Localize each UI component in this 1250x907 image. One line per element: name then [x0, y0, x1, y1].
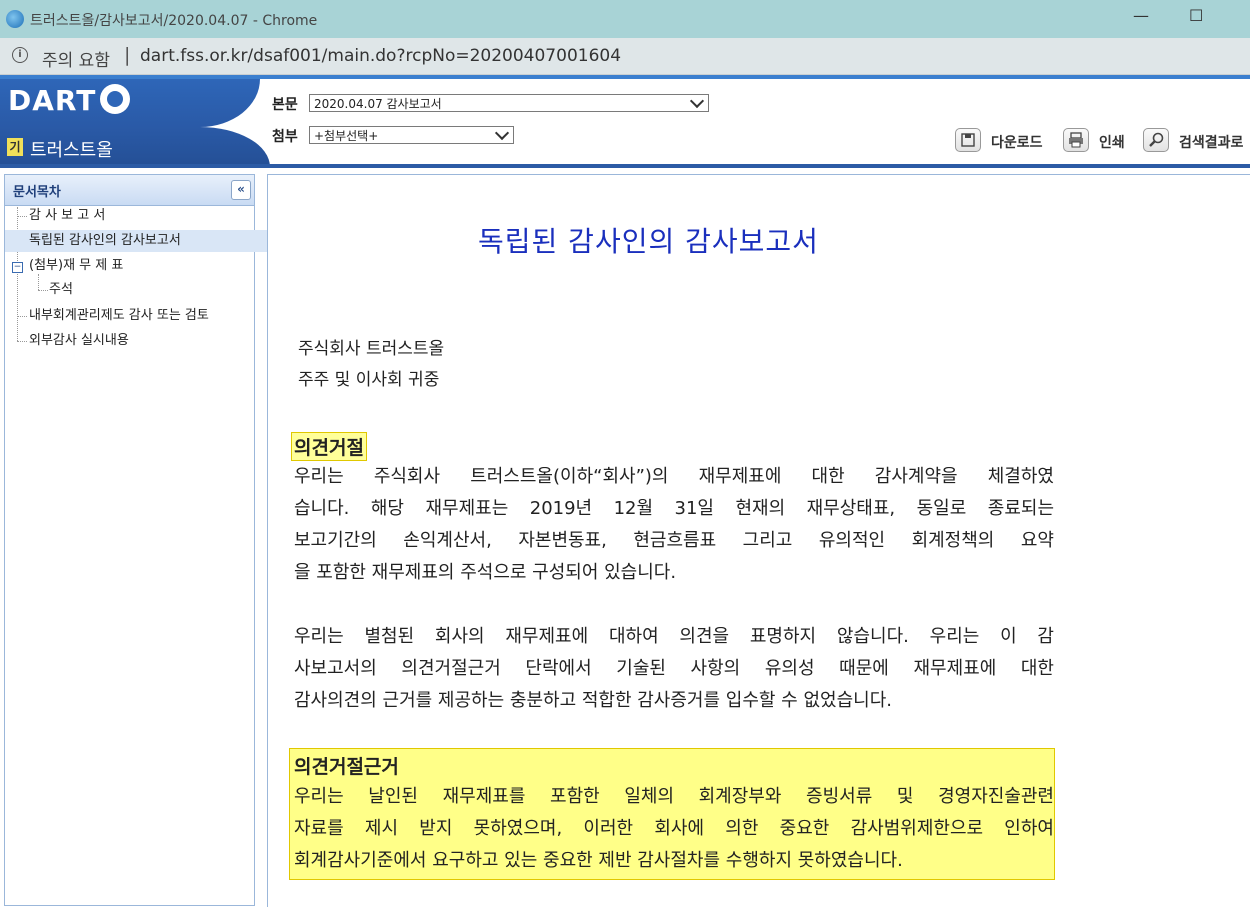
header-divider [0, 164, 1250, 168]
toc-item-independent-auditor-report[interactable]: 독립된 감사인의 감사보고서 [5, 230, 278, 252]
toc-item-external-audit[interactable]: 외부감사 실시내용 [5, 330, 278, 352]
paragraph-line: 사보고서의 의견거절근거 단락에서 기술된 사항의 유의성 때문에 재무제표에 … [294, 658, 1054, 679]
main-doc-label: 본문 [272, 97, 298, 113]
chrome-app-icon [6, 10, 24, 28]
toc-item-internal-control[interactable]: 내부회계관리제도 감사 또는 검토 [5, 305, 278, 327]
opinion-paragraph: 우리는 주식회사 트러스트올(이하“회사”)의 재무제표에 대한 감사계약을 체… [294, 461, 1054, 589]
print-button[interactable]: 인쇄 [1063, 128, 1133, 154]
toc-header: 문서목차 « [5, 175, 254, 206]
magnifier-icon [1143, 128, 1169, 152]
maximize-button[interactable]: ☐ [1189, 6, 1203, 25]
save-icon [955, 128, 981, 152]
paragraph-line: 습니다. 해당 재무제표는 2019년 12월 31일 현재의 재무상태표, 동… [294, 498, 1054, 519]
paragraph-line: 우리는 주식회사 트러스트올(이하“회사”)의 재무제표에 대한 감사계약을 체… [294, 466, 1054, 487]
window-title: 트러스트올/감사보고서/2020.04.07 - Chrome [30, 13, 318, 29]
search-results-button[interactable]: 검색결과로 [1143, 128, 1250, 154]
url-text[interactable]: dart.fss.or.kr/dsaf001/main.do?rcpNo=202… [140, 46, 621, 66]
attach-select-value: +첨부선택+ [314, 129, 379, 143]
download-label: 다운로드 [991, 135, 1043, 151]
attach-label: 첨부 [272, 129, 298, 145]
basis-heading: 의견거절근거 [294, 756, 399, 778]
paragraph-line: 감사의견의 근거를 제공하는 충분하고 적합한 감사증거를 입수할 수 없었습니… [294, 690, 892, 711]
paragraph-line: 회계감사기준에서 요구하고 있는 중요한 제반 감사절차를 수행하지 못하였습니… [294, 850, 903, 871]
toc-item-label: 주석 [49, 282, 73, 297]
toc-sidebar: 문서목차 « 감 사 보 고 서 독립된 감사인의 감사보고서 − (첨부)재 … [4, 174, 278, 906]
window-titlebar: 트러스트올/감사보고서/2020.04.07 - Chrome — ☐ [0, 0, 1250, 38]
paragraph-line: 보고기간의 손익계산서, 자본변동표, 현금흐름표 그리고 유의적인 회계정책의… [294, 530, 1054, 551]
paragraph-line: 우리는 별첨된 회사의 재무제표에 대하여 의견을 표명하지 않습니다. 우리는… [294, 626, 1054, 647]
collapse-sidebar-button[interactable]: « [231, 180, 251, 200]
basis-paragraph: 우리는 날인된 재무제표를 포함한 일체의 회계장부와 증빙서류 및 경영자진술… [294, 781, 1054, 877]
opinion-heading: 의견거절 [291, 432, 367, 461]
toc-item-label: 내부회계관리제도 감사 또는 검토 [29, 308, 209, 323]
dart-logo-ring-icon [100, 84, 130, 114]
disclaimer-paragraph: 우리는 별첨된 회사의 재무제표에 대하여 의견을 표명하지 않습니다. 우리는… [294, 621, 1054, 717]
main-doc-select[interactable]: 2020.04.07 감사보고서 [309, 93, 709, 112]
toc-title: 문서목차 [13, 185, 61, 200]
search-results-label: 검색결과로 [1179, 135, 1244, 151]
chevron-down-icon [494, 125, 510, 141]
paragraph-line: 우리는 날인된 재무제표를 포함한 일체의 회계장부와 증빙서류 및 경영자진술… [294, 786, 1054, 807]
toc-item-label: 감 사 보 고 서 [29, 208, 106, 223]
toc-item-label: (첨부)재 무 제 표 [29, 258, 124, 273]
dart-header: DART 기 트러스트올 [0, 75, 1250, 170]
company-name: 트러스트올 [30, 140, 113, 161]
toc-item-label: 외부감사 실시내용 [29, 333, 129, 348]
address-bar[interactable]: i 주의 요함 | dart.fss.or.kr/dsaf001/main.do… [0, 38, 1250, 75]
addressee-board: 주주 및 이사회 귀중 [298, 370, 440, 390]
toc-item-notes[interactable]: 주석 [5, 279, 298, 301]
main-doc-select-value: 2020.04.07 감사보고서 [314, 97, 442, 111]
download-button[interactable]: 다운로드 [955, 128, 1055, 154]
dart-logo[interactable]: DART [8, 84, 96, 117]
toc-item-audit-report[interactable]: 감 사 보 고 서 [5, 205, 278, 227]
printer-icon [1063, 128, 1089, 152]
paragraph-line: 자료를 제시 받지 못하였으며, 이러한 회사에 의한 중요한 감사범위제한으로… [294, 818, 1054, 839]
security-status[interactable]: 주의 요함 [42, 46, 110, 71]
print-label: 인쇄 [1099, 135, 1125, 151]
address-separator: | [124, 44, 131, 66]
toc-item-label: 독립된 감사인의 감사보고서 [29, 233, 181, 248]
attach-select[interactable]: +첨부선택+ [309, 125, 514, 144]
minimize-button[interactable]: — [1133, 6, 1149, 25]
document-title: 독립된 감사인의 감사보고서 [478, 225, 819, 258]
chevron-down-icon [689, 93, 705, 109]
toc-item-financial-statements[interactable]: (첨부)재 무 제 표 [5, 255, 278, 277]
addressee-company: 주식회사 트러스트올 [298, 339, 445, 359]
company-badge: 기 [7, 138, 23, 156]
paragraph-line: 을 포함한 재무제표의 주석으로 구성되어 있습니다. [294, 562, 677, 583]
info-icon[interactable]: i [12, 47, 28, 63]
